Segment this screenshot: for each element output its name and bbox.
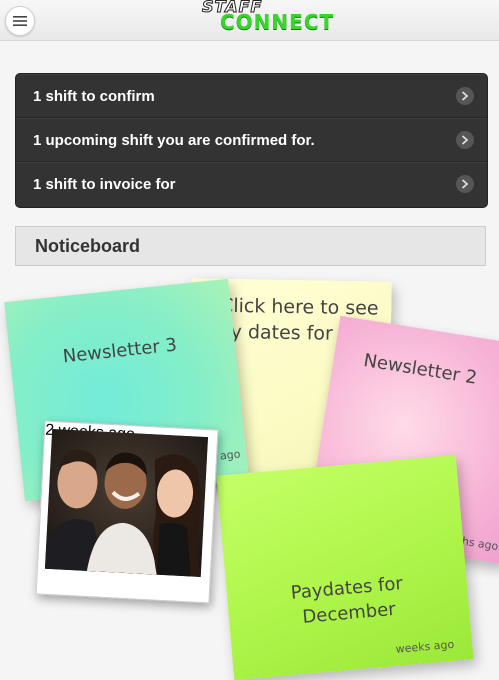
shift-invoice-item[interactable]: 1 shift to invoice for	[16, 162, 487, 206]
logo-connect-text: CONNECT	[220, 10, 335, 34]
shift-list: 1 shift to confirm 1 upcoming shift you …	[15, 73, 488, 208]
newsletter-3-timestamp: ago	[219, 447, 241, 463]
paydates-december-timestamp: weeks ago	[395, 637, 455, 656]
paydates-december-note[interactable]: Paydates for December weeks ago	[216, 454, 474, 680]
app-header: STAFF CONNECT	[0, 0, 499, 41]
shift-invoice-label: 1 shift to invoice for	[33, 176, 176, 193]
chevron-right-icon	[456, 87, 474, 105]
chevron-right-icon	[456, 131, 474, 149]
noticeboard-title: Noticeboard	[35, 235, 141, 256]
staff-connect-logo[interactable]: STAFF CONNECT	[200, 0, 345, 38]
hamburger-icon	[13, 16, 27, 26]
shift-upcoming-item[interactable]: 1 upcoming shift you are confirmed for.	[16, 118, 487, 162]
shift-confirm-label: 1 shift to confirm	[33, 87, 155, 105]
newsletter-2-title: Newsletter 2	[362, 350, 479, 389]
noticeboard-header: Noticeboard	[15, 226, 486, 266]
shift-confirm-item[interactable]: 1 shift to confirm	[16, 74, 487, 118]
shift-upcoming-label: 1 upcoming shift you are confirmed for.	[33, 131, 315, 149]
group-photo	[44, 428, 209, 577]
chevron-right-icon	[456, 175, 474, 193]
menu-button[interactable]	[5, 6, 35, 36]
newsletter-3-title: Newsletter 3	[61, 334, 178, 368]
photo-note[interactable]: 2 weeks ago	[35, 420, 219, 604]
